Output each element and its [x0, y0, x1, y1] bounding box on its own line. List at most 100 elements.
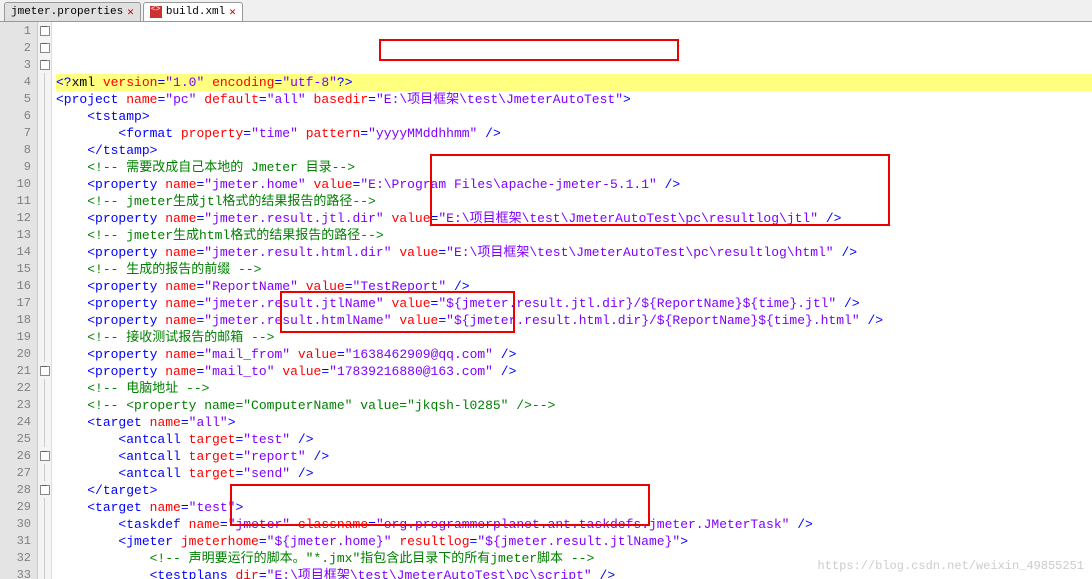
- line-number: 31: [0, 533, 31, 550]
- line-number: 10: [0, 176, 31, 193]
- fold-line: [44, 73, 51, 90]
- fold-line: [44, 192, 51, 209]
- line-number: 32: [0, 550, 31, 567]
- fold-toggle-icon[interactable]: [38, 481, 51, 498]
- line-number: 9: [0, 159, 31, 176]
- fold-line: [44, 498, 51, 515]
- editor: 1234567891011121314151617181920212223242…: [0, 22, 1092, 579]
- fold-line: [44, 311, 51, 328]
- line-number: 29: [0, 499, 31, 516]
- code-line[interactable]: <property name="jmeter.result.html.dir" …: [56, 244, 1092, 261]
- code-line[interactable]: <taskdef name="jmeter" classname="org.pr…: [56, 516, 1092, 533]
- code-area[interactable]: https://blog.csdn.net/weixin_49855251 <?…: [52, 22, 1092, 579]
- code-line[interactable]: <property name="mail_from" value="163846…: [56, 346, 1092, 363]
- code-line[interactable]: </tstamp>: [56, 142, 1092, 159]
- fold-line: [44, 328, 51, 345]
- line-gutter: 1234567891011121314151617181920212223242…: [0, 22, 38, 579]
- line-number: 15: [0, 261, 31, 278]
- fold-line: [44, 226, 51, 243]
- line-number: 11: [0, 193, 31, 210]
- code-line[interactable]: <property name="jmeter.home" value="E:\P…: [56, 176, 1092, 193]
- fold-line: [44, 260, 51, 277]
- line-number: 26: [0, 448, 31, 465]
- close-icon[interactable]: ✕: [127, 5, 134, 19]
- fold-line: [44, 413, 51, 430]
- line-number: 4: [0, 74, 31, 91]
- fold-line: [44, 107, 51, 124]
- fold-line: [44, 158, 51, 175]
- code-line[interactable]: <jmeter jmeterhome="${jmeter.home}" resu…: [56, 533, 1092, 550]
- code-line[interactable]: <property name="jmeter.result.htmlName" …: [56, 312, 1092, 329]
- fold-line: [44, 175, 51, 192]
- watermark: https://blog.csdn.net/weixin_49855251: [818, 558, 1084, 575]
- code-line[interactable]: <!-- 需要改成自己本地的 Jmeter 目录-->: [56, 159, 1092, 176]
- tab-build-xml[interactable]: build.xml ✕: [143, 2, 243, 21]
- fold-toggle-icon[interactable]: [38, 362, 51, 379]
- code-line[interactable]: <property name="jmeter.result.jtl.dir" v…: [56, 210, 1092, 227]
- line-number: 13: [0, 227, 31, 244]
- code-line[interactable]: <antcall target="send" />: [56, 465, 1092, 482]
- fold-gutter: [38, 22, 52, 579]
- xml-file-icon: [150, 6, 162, 18]
- code-line[interactable]: <antcall target="report" />: [56, 448, 1092, 465]
- fold-line: [44, 90, 51, 107]
- fold-line: [44, 549, 51, 566]
- code-line[interactable]: <target name="test">: [56, 499, 1092, 516]
- line-number: 17: [0, 295, 31, 312]
- code-line[interactable]: <property name="mail_to" value="17839216…: [56, 363, 1092, 380]
- line-number: 20: [0, 346, 31, 363]
- line-number: 28: [0, 482, 31, 499]
- code-line[interactable]: <target name="all">: [56, 414, 1092, 431]
- line-number: 19: [0, 329, 31, 346]
- fold-line: [44, 243, 51, 260]
- code-line[interactable]: <antcall target="test" />: [56, 431, 1092, 448]
- line-number: 25: [0, 431, 31, 448]
- tab-label: build.xml: [166, 6, 225, 18]
- fold-line: [44, 209, 51, 226]
- line-number: 30: [0, 516, 31, 533]
- code-line[interactable]: <!-- jmeter生成jtl格式的结果报告的路径-->: [56, 193, 1092, 210]
- code-line[interactable]: <project name="pc" default="all" basedir…: [56, 91, 1092, 108]
- code-line[interactable]: <!-- jmeter生成html格式的结果报告的路径-->: [56, 227, 1092, 244]
- line-number: 33: [0, 567, 31, 579]
- fold-line: [44, 396, 51, 413]
- line-number: 6: [0, 108, 31, 125]
- code-line[interactable]: <tstamp>: [56, 108, 1092, 125]
- line-number: 14: [0, 244, 31, 261]
- fold-line: [44, 379, 51, 396]
- line-number: 5: [0, 91, 31, 108]
- line-number: 22: [0, 380, 31, 397]
- line-number: 16: [0, 278, 31, 295]
- code-line[interactable]: <property name="ReportName" value="TestR…: [56, 278, 1092, 295]
- fold-line: [44, 566, 51, 579]
- code-line[interactable]: </target>: [56, 482, 1092, 499]
- fold-line: [44, 277, 51, 294]
- line-number: 18: [0, 312, 31, 329]
- line-number: 24: [0, 414, 31, 431]
- line-number: 2: [0, 40, 31, 57]
- fold-line: [44, 124, 51, 141]
- fold-toggle-icon[interactable]: [38, 447, 51, 464]
- fold-line: [44, 141, 51, 158]
- line-number: 1: [0, 23, 31, 40]
- tab-bar: jmeter.properties ✕ build.xml ✕: [0, 0, 1092, 22]
- fold-line: [44, 532, 51, 549]
- close-icon[interactable]: ✕: [229, 5, 236, 19]
- code-line[interactable]: <!-- <property name="ComputerName" value…: [56, 397, 1092, 414]
- code-line[interactable]: <!-- 电脑地址 -->: [56, 380, 1092, 397]
- code-line[interactable]: <property name="jmeter.result.jtlName" v…: [56, 295, 1092, 312]
- code-line[interactable]: <format property="time" pattern="yyyyMMd…: [56, 125, 1092, 142]
- line-number: 3: [0, 57, 31, 74]
- fold-toggle-icon[interactable]: [38, 56, 51, 73]
- fold-line: [44, 294, 51, 311]
- line-number: 8: [0, 142, 31, 159]
- line-number: 23: [0, 397, 31, 414]
- line-number: 27: [0, 465, 31, 482]
- tab-jmeter-properties[interactable]: jmeter.properties ✕: [4, 2, 141, 21]
- fold-line: [44, 515, 51, 532]
- code-line[interactable]: <?xml version="1.0" encoding="utf-8"?>: [56, 74, 1092, 91]
- line-number: 21: [0, 363, 31, 380]
- code-line[interactable]: <!-- 接收测试报告的邮箱 -->: [56, 329, 1092, 346]
- line-number: 12: [0, 210, 31, 227]
- code-line[interactable]: <!-- 生成的报告的前缀 -->: [56, 261, 1092, 278]
